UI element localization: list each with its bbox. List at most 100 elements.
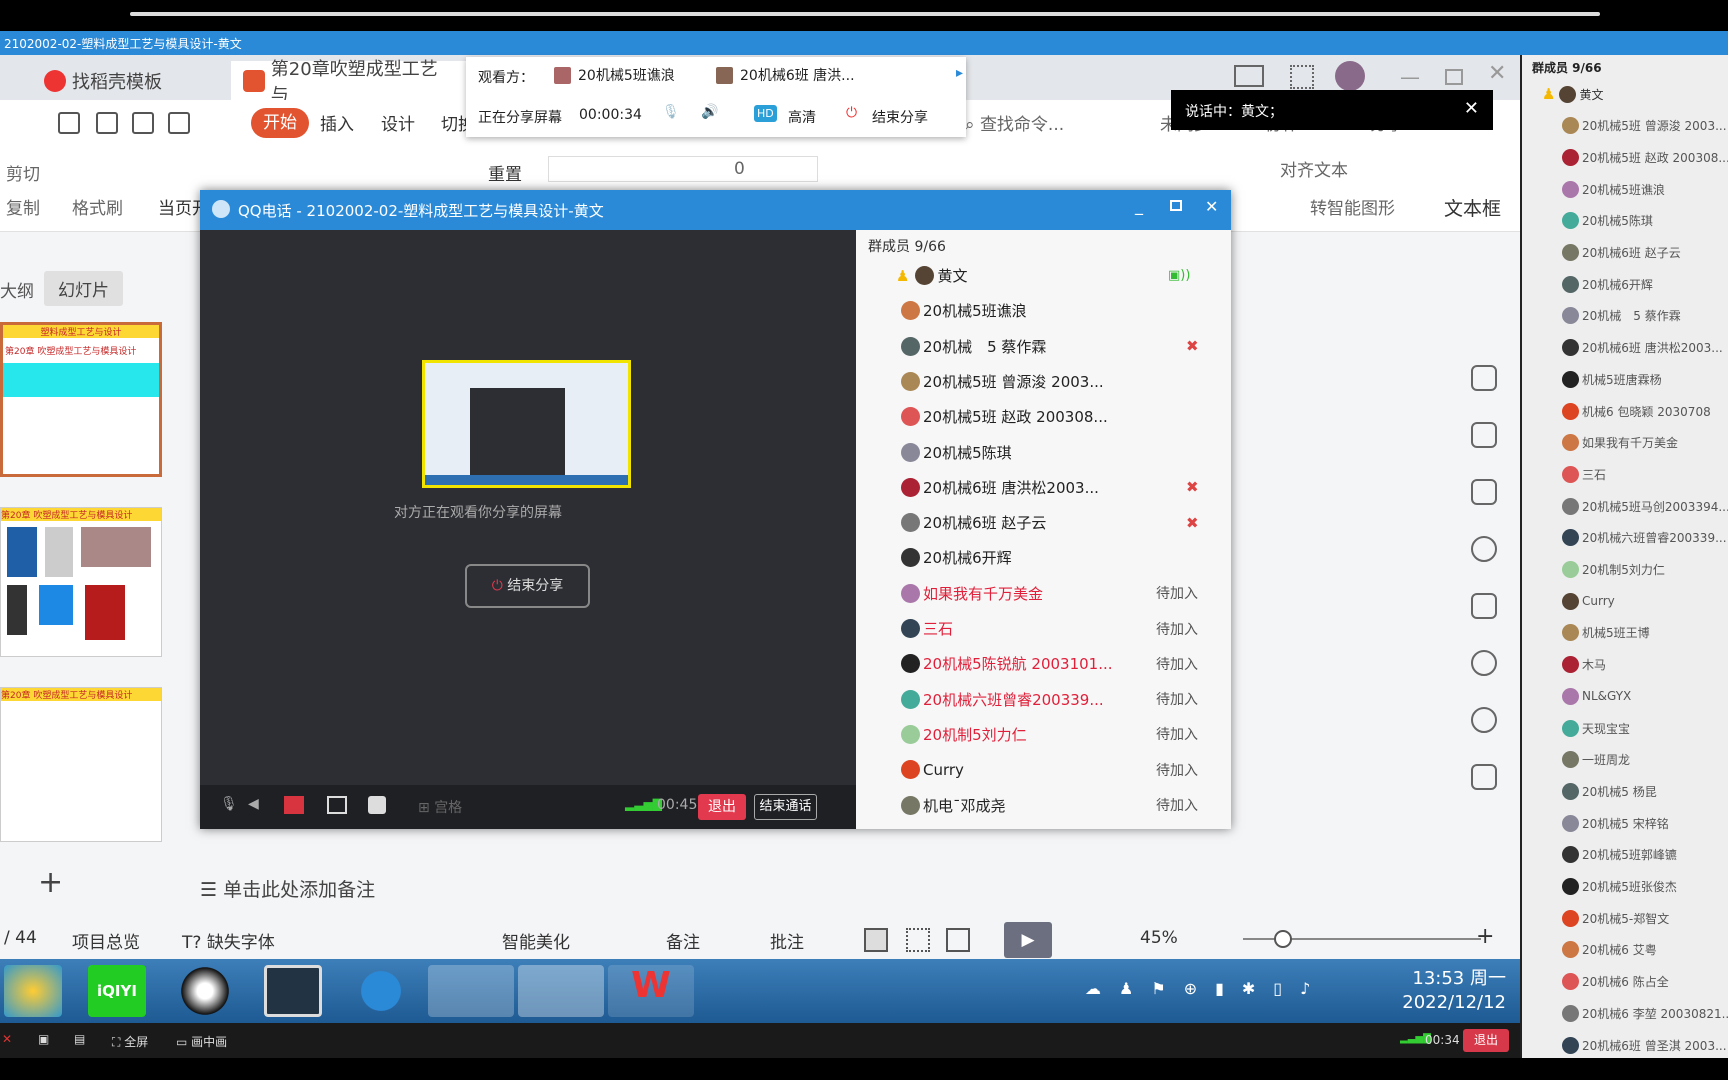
slide-thumbnail-3[interactable]: 第20章 吹塑成型工艺与模具设计 xyxy=(0,687,162,842)
system-clock[interactable]: 13:53 周一 2022/12/12 xyxy=(1402,967,1506,1015)
member-row[interactable]: 20机械6 艾粤 xyxy=(1522,935,1728,965)
hd-quality-button[interactable]: 高清 xyxy=(788,107,816,127)
member-row[interactable]: 20机制5刘力仁 待加入 xyxy=(856,717,1216,752)
zoom-level[interactable]: 45% xyxy=(1140,928,1178,948)
notes-placeholder[interactable]: ☰ 单击此处添加备注 xyxy=(200,875,375,902)
exit-button[interactable]: 退出 xyxy=(698,794,746,820)
member-row[interactable]: 20机械5班 赵政 200308... xyxy=(1522,142,1728,172)
iqiyi-icon[interactable]: iQIYI xyxy=(88,965,146,1017)
reset-button[interactable]: 重置 xyxy=(488,160,522,185)
end-share-button[interactable]: 结束分享 xyxy=(872,107,928,127)
member-row[interactable]: 机械6 包晓颖 2030708 xyxy=(1522,396,1728,426)
member-row[interactable]: 一班周龙 xyxy=(1522,745,1728,775)
grid-view-button[interactable]: ⊞ 宫格 xyxy=(418,797,462,817)
member-row[interactable]: 20机械6班 唐洪松2003... ✖ xyxy=(856,470,1216,505)
minimize-icon[interactable]: _ xyxy=(1135,196,1143,215)
speaker-icon[interactable]: ◀ xyxy=(248,796,259,812)
sogou-icon[interactable] xyxy=(352,965,410,1017)
member-row[interactable]: 20机械6班 唐洪松2003... xyxy=(1522,333,1728,363)
member-row[interactable]: 20机械六班曾睿200339... 待加入 xyxy=(856,682,1216,717)
member-row[interactable]: 20机械5陈琪 xyxy=(1522,206,1728,236)
screen-share-icon[interactable] xyxy=(1471,479,1497,505)
member-row[interactable]: 20机械5班 曾源浚 2003... xyxy=(856,364,1216,399)
comment-button[interactable]: 批注 xyxy=(770,928,804,953)
speaker-icon[interactable]: 🔊 xyxy=(701,104,718,120)
align-text-button[interactable]: 对齐文本 xyxy=(1280,156,1348,181)
rocket-icon[interactable] xyxy=(1471,365,1497,391)
missing-font-button[interactable]: T? 缺失字体 xyxy=(182,928,275,953)
member-row[interactable]: 20机械 5 蔡作霖 xyxy=(1522,301,1728,331)
help-icon[interactable] xyxy=(1471,650,1497,676)
tab-document[interactable]: 第20章吹塑成型工艺与 xyxy=(231,59,466,106)
member-row[interactable]: 三石 待加入 xyxy=(856,611,1216,646)
slide-thumbnail-2[interactable]: 第20章 吹塑成型工艺与模具设计 xyxy=(0,507,162,657)
microphone-icon[interactable]: 🎙 xyxy=(220,796,238,812)
member-row[interactable]: 20机械六班曾睿200339... xyxy=(1522,523,1728,553)
menu-design[interactable]: 设计 xyxy=(381,110,415,135)
cut-button[interactable]: 剪切 xyxy=(6,160,40,185)
smart-art-button[interactable]: 转智能图形 xyxy=(1310,194,1395,219)
beautify-button[interactable]: 智能美化 xyxy=(502,928,570,953)
member-list-scrollbar[interactable] xyxy=(1216,260,1224,800)
file-explorer-icon[interactable] xyxy=(428,965,514,1017)
member-row[interactable]: 20机械5 宋梓铭 xyxy=(1522,808,1728,838)
add-slide-icon[interactable]: + xyxy=(38,865,63,900)
exit-button[interactable]: 退出 xyxy=(1463,1029,1509,1052)
window-layout-icon[interactable] xyxy=(1234,65,1264,87)
end-call-button[interactable]: 结束通话 xyxy=(754,794,817,820)
reading-view-icon[interactable] xyxy=(946,928,970,952)
microphone-icon[interactable]: 🎙 xyxy=(662,104,680,120)
media-icon[interactable] xyxy=(1471,593,1497,619)
member-row[interactable]: ♟ 黄文 xyxy=(1522,79,1728,109)
copy-button[interactable]: 复制 xyxy=(6,194,40,219)
font-select[interactable]: 0 xyxy=(548,156,818,182)
maximize-icon[interactable] xyxy=(1170,200,1182,211)
wps-icon[interactable]: W xyxy=(608,965,694,1017)
member-row[interactable]: Curry 待加入 xyxy=(856,752,1216,787)
member-row[interactable]: 如果我有千万美金 xyxy=(1522,428,1728,458)
member-row[interactable]: 20机械6开辉 xyxy=(1522,269,1728,299)
member-row[interactable]: 20机械 5 蔡作霖 ✖ xyxy=(856,329,1216,364)
close-icon[interactable]: ✕ xyxy=(1464,98,1479,119)
fullscreen-button[interactable]: ⛶ 全屏 xyxy=(112,1033,148,1050)
member-row[interactable]: 20机械6 陈占全 xyxy=(1522,967,1728,997)
member-row[interactable]: NL&GYX xyxy=(1522,681,1728,711)
member-row[interactable]: 20机制5刘力仁 xyxy=(1522,555,1728,585)
camera-off-icon[interactable] xyxy=(284,796,304,814)
member-row[interactable]: 20机械6班 赵子云 ✖ xyxy=(856,505,1216,540)
member-row[interactable]: 20机械5班谯浪 xyxy=(856,293,1216,328)
sorter-view-icon[interactable] xyxy=(906,928,930,952)
menu-insert[interactable]: 插入 xyxy=(320,110,354,135)
member-row[interactable]: 20机械6 李堃 20030821... xyxy=(1522,998,1728,1028)
grid-apps-icon[interactable] xyxy=(1290,65,1314,89)
play-slideshow-button[interactable]: ▶ xyxy=(1004,922,1052,958)
member-row[interactable]: 机械5班唐霖杨 xyxy=(1522,364,1728,394)
presenter-icon[interactable]: ▤ xyxy=(74,1032,85,1046)
member-row[interactable]: 20机械5班谯浪 xyxy=(1522,174,1728,204)
app-launcher-icon[interactable] xyxy=(4,965,62,1017)
tab-slides[interactable]: 幻灯片 xyxy=(44,271,123,306)
user-avatar[interactable] xyxy=(1335,61,1365,91)
system-tray-icons[interactable]: ☁♟⚑⊕▮✱▯♪ xyxy=(1085,979,1328,998)
member-row[interactable]: 20机械5班张俊杰 xyxy=(1522,872,1728,902)
export-icon[interactable] xyxy=(96,112,118,134)
tab-template[interactable]: 找稻壳模板 xyxy=(32,61,222,100)
member-row[interactable]: 20机械5班 赵政 200308... xyxy=(856,399,1216,434)
member-row[interactable]: 20机械5陈锐航 2003101... 待加入 xyxy=(856,646,1216,681)
next-viewers-arrow[interactable]: ▸ xyxy=(956,65,963,81)
member-row[interactable]: 20机械5-郑智文 xyxy=(1522,903,1728,933)
member-row[interactable]: Curry xyxy=(1522,586,1728,616)
save-icon[interactable] xyxy=(58,112,80,134)
member-row[interactable]: 20机械5 杨昆 xyxy=(1522,776,1728,806)
member-row[interactable]: 天现宝宝 xyxy=(1522,713,1728,743)
member-row[interactable]: 木马 xyxy=(1522,650,1728,680)
member-row[interactable]: 20机械6班 赵子云 xyxy=(1522,238,1728,268)
screen-tool-icon[interactable] xyxy=(264,965,322,1017)
print-icon[interactable] xyxy=(132,112,154,134)
format-painter-button[interactable]: 格式刷 xyxy=(72,194,123,219)
settings-sliders-icon[interactable] xyxy=(1471,422,1497,448)
slide-thumbnail-1[interactable]: 塑料成型工艺与设计 第20章 吹塑成型工艺与模具设计 xyxy=(0,322,162,477)
member-row[interactable]: 三石 xyxy=(1522,459,1728,489)
member-row[interactable]: 20机械5班马创2003394... xyxy=(1522,491,1728,521)
zoom-slider-handle[interactable] xyxy=(1274,930,1292,948)
